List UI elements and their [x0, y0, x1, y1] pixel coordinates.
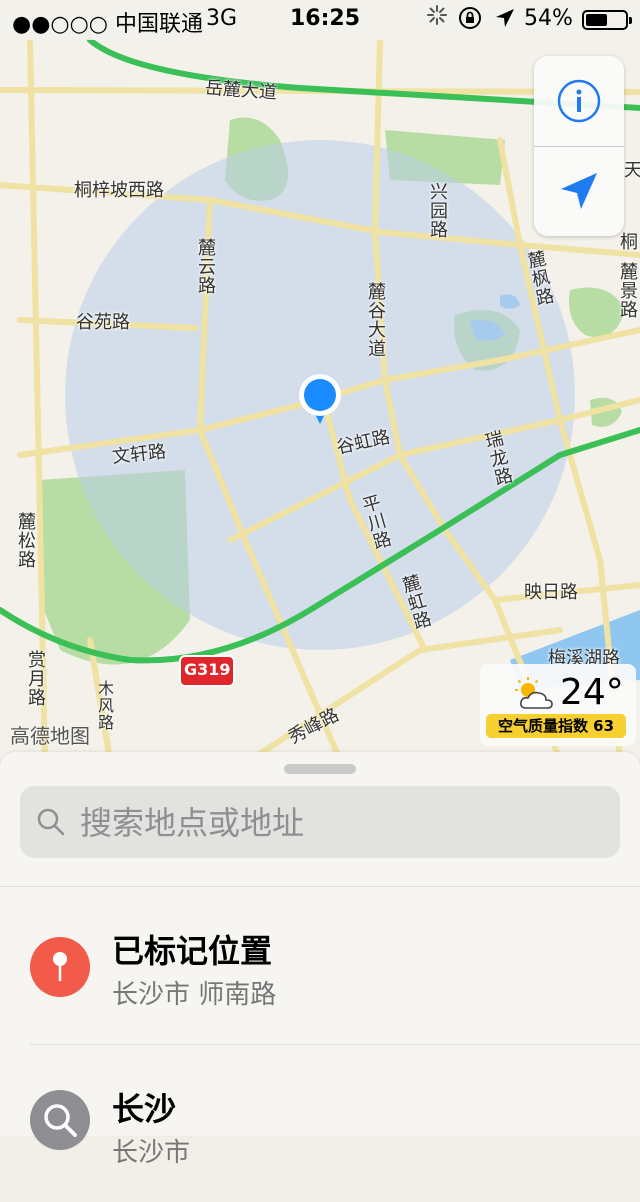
map-controls [534, 56, 624, 236]
road-label: 麓谷大道 [365, 282, 386, 358]
road-label: 麓云路 [195, 238, 216, 295]
air-quality-badge: 空气质量指数 63 [486, 714, 626, 738]
sheet-grabber[interactable] [284, 764, 356, 774]
list-item-title: 长沙 [112, 1090, 177, 1128]
orientation-lock-icon [458, 6, 482, 36]
highway-shield-label: G319 [184, 660, 231, 679]
road-label: 映日路 [524, 582, 578, 603]
pin-icon [30, 937, 90, 997]
list-item-search-result[interactable]: 长沙 长沙市 [0, 1052, 640, 1202]
list-item-title: 已标记位置 [112, 932, 273, 970]
road-label: 赏月路 [25, 650, 46, 707]
temperature: 24° [560, 672, 624, 713]
info-icon [557, 79, 601, 123]
search-bar[interactable] [20, 786, 620, 860]
road-label: 谷苑路 [76, 312, 130, 333]
search-icon [37, 808, 65, 836]
road-label: 木风路 [95, 680, 114, 731]
road-label: 麓松路 [15, 512, 36, 569]
info-button[interactable] [534, 56, 624, 146]
carrier-label: ●●○○○ 中国联通 [12, 12, 203, 37]
list-item-subtitle: 长沙市 [112, 1138, 191, 1168]
road-label: 麓景路 [617, 262, 638, 319]
status-bar: ●●○○○ 中国联通 3G 16:25 54% [0, 0, 640, 40]
location-services-icon [494, 7, 516, 35]
divider [0, 886, 640, 887]
road-label: 岳麓大道 [204, 77, 278, 104]
location-pin[interactable] [304, 379, 336, 411]
road-label: 天 [624, 160, 640, 181]
activity-icon [426, 4, 448, 32]
road-label: 兴园路 [427, 182, 448, 239]
network-type: 3G [206, 6, 238, 31]
locate-me-button[interactable] [534, 146, 624, 236]
search-input[interactable] [78, 786, 602, 860]
partly-cloudy-icon [515, 677, 553, 709]
list-item-subtitle: 长沙市 师南路 [112, 980, 277, 1010]
divider [30, 1044, 640, 1045]
battery-level [586, 14, 607, 26]
battery-icon [582, 10, 632, 30]
map-provider-logo: 高德地图 [10, 724, 90, 748]
battery-percent: 54% [524, 6, 573, 31]
search-icon [30, 1090, 90, 1150]
location-arrow-icon [561, 173, 597, 209]
clock: 16:25 [290, 6, 361, 31]
weather-widget[interactable]: 24° 空气质量指数 63 [480, 664, 636, 746]
list-item-marked-location[interactable]: 已标记位置 长沙市 师南路 [0, 892, 640, 1042]
search-sheet[interactable]: 已标记位置 长沙市 师南路 长沙 长沙市 [0, 752, 640, 1168]
road-label: 桐梓坡西路 [74, 180, 164, 201]
